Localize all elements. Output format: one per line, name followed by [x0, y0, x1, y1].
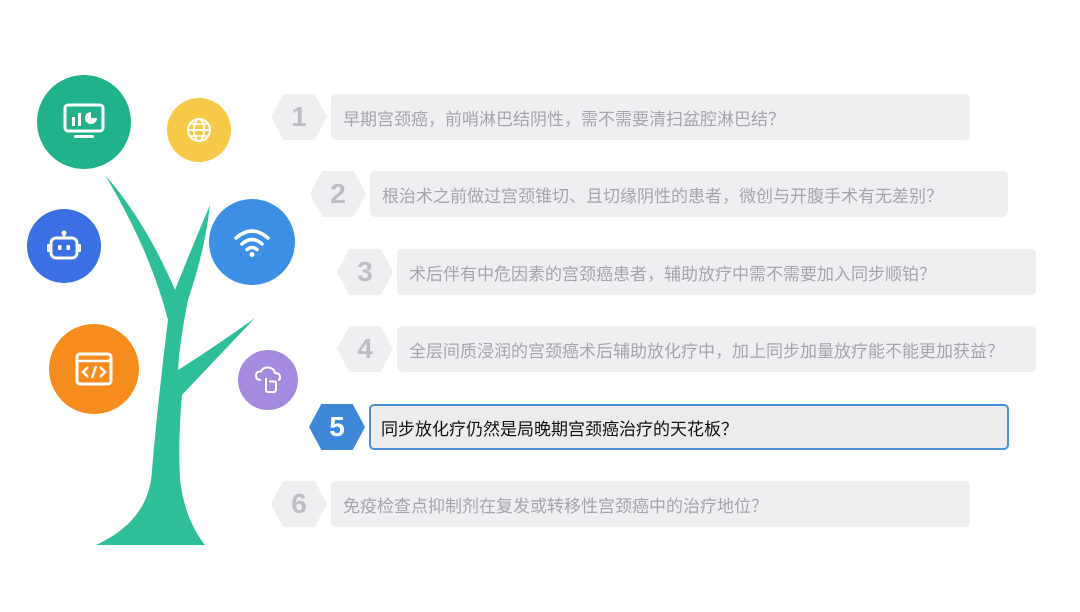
item-number: 4 — [337, 326, 393, 372]
item-text: 免疫检查点抑制剂在复发或转移性宫颈癌中的治疗地位？ — [331, 481, 970, 527]
item-text: 早期宫颈癌，前哨淋巴结阴性，需不需要清扫盆腔淋巴结？ — [331, 94, 970, 140]
item-number: 3 — [337, 249, 393, 295]
item-text: 术后伴有中危因素的宫颈癌患者，辅助放疗中需不需要加入同步顺铂？ — [397, 249, 1036, 295]
code-window-icon — [74, 351, 114, 387]
item-text: 同步放化疗仍然是局晚期宫颈癌治疗的天花板？ — [369, 404, 1009, 450]
wifi-icon — [233, 226, 271, 258]
tree-illustration — [0, 0, 320, 608]
monitor-chart-icon — [62, 102, 106, 142]
item-text: 全层间质浸润的宫颈癌术后辅助放化疗中，加上同步加量放疗能不能更加获益？ — [397, 326, 1036, 372]
item-text: 根治术之前做过宫颈锥切、且切缘阴性的患者，微创与开腹手术有无差别？ — [370, 171, 1008, 217]
cloud-circle — [238, 350, 298, 410]
cloud-hand-icon — [253, 366, 283, 394]
wifi-circle — [209, 199, 295, 285]
code-circle — [49, 324, 139, 414]
globe-icon — [185, 116, 213, 144]
monitor-circle — [37, 75, 131, 169]
robot-icon — [46, 230, 82, 262]
globe-circle — [167, 98, 231, 162]
robot-circle — [27, 209, 101, 283]
